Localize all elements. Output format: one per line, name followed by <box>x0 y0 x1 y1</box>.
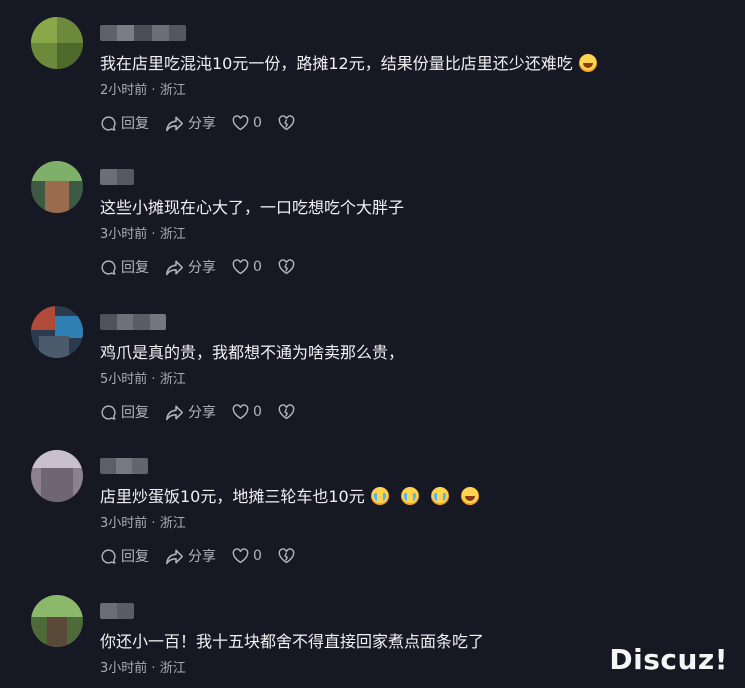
comment-meta: 2小时前 · 浙江 <box>100 79 186 98</box>
comment-text: 这些小摊现在心大了，一口吃想吃个大胖子 <box>100 197 404 219</box>
comment-body: 这些小摊现在心大了，一口吃想吃个大胖子 <box>100 198 405 217</box>
dislike-button[interactable] <box>278 548 299 564</box>
avatar[interactable] <box>31 450 83 502</box>
like-button[interactable]: 0 <box>232 259 262 275</box>
broken-heart-icon <box>278 404 295 420</box>
username-blurred[interactable] <box>100 169 134 185</box>
heart-icon <box>232 259 249 275</box>
comment-meta: 3小时前 · 浙江 <box>100 657 186 676</box>
reply-button[interactable]: 回复 <box>100 546 149 566</box>
comment-meta: 3小时前 · 浙江 <box>100 512 186 531</box>
share-label: 分享 <box>188 405 216 421</box>
username-blurred[interactable] <box>100 458 148 474</box>
share-button[interactable]: 分享 <box>165 546 216 566</box>
comment-meta: 5小时前 · 浙江 <box>100 368 186 387</box>
comment-bubble-icon <box>101 259 116 275</box>
like-count: 0 <box>253 259 262 275</box>
heart-icon <box>232 115 249 131</box>
comment-location: 浙江 <box>159 227 186 242</box>
like-count: 0 <box>253 548 262 564</box>
username-blurred[interactable] <box>100 25 186 41</box>
comment-time: 3小时前 <box>100 661 148 676</box>
comment-bubble-icon <box>101 404 116 420</box>
share-label: 分享 <box>188 549 216 565</box>
watermark: Discuz! <box>609 643 728 676</box>
like-button[interactable]: 0 <box>232 115 262 131</box>
share-arrow-icon <box>165 405 183 420</box>
avatar[interactable] <box>31 595 83 647</box>
reply-button[interactable]: 回复 <box>100 257 149 277</box>
avatar[interactable] <box>31 306 83 358</box>
reply-label: 回复 <box>121 260 149 276</box>
comment-item: 这些小摊现在心大了，一口吃想吃个大胖子 3小时前 · 浙江 回复 分享 0 <box>0 161 745 306</box>
like-button[interactable]: 0 <box>232 404 262 420</box>
dislike-button[interactable] <box>278 259 299 275</box>
share-arrow-icon <box>165 260 183 275</box>
comment-meta: 3小时前 · 浙江 <box>100 223 186 242</box>
share-button[interactable]: 分享 <box>165 113 216 133</box>
comment-location: 浙江 <box>159 516 186 531</box>
dislike-button[interactable] <box>278 404 299 420</box>
comment-body: 我在店里吃混沌10元一份，路摊12元，结果份量比店里还少还难吃 <box>100 54 573 73</box>
reply-button[interactable]: 回复 <box>100 402 149 422</box>
reply-label: 回复 <box>121 549 149 565</box>
reply-label: 回复 <box>121 116 149 132</box>
share-button[interactable]: 分享 <box>165 402 216 422</box>
comment-actions: 回复 分享 0 <box>100 257 315 277</box>
broken-heart-icon <box>278 548 295 564</box>
comment-text: 你还小一百！我十五块都舍不得直接回家煮点面条吃了 <box>100 631 484 653</box>
comment-item: 店里炒蛋饭10元，地摊三轮车也10元 3小时前 · 浙江 回复 分享 0 <box>0 450 745 595</box>
crying-emoji <box>400 487 419 505</box>
comment-location: 浙江 <box>159 372 186 387</box>
meta-separator: · <box>151 516 156 531</box>
share-label: 分享 <box>188 260 216 276</box>
comment-item: 鸡爪是真的贵，我都想不通为啥卖那么贵， 5小时前 · 浙江 回复 分享 0 <box>0 306 745 451</box>
comment-bubble-icon <box>101 548 116 564</box>
comment-location: 浙江 <box>159 661 186 676</box>
heart-icon <box>232 404 249 420</box>
crying-emoji <box>370 487 389 505</box>
laugh-cry-emoji <box>578 54 597 72</box>
comment-time: 2小时前 <box>100 83 148 98</box>
crying-emoji <box>430 487 449 505</box>
meta-separator: · <box>151 83 156 98</box>
like-count: 0 <box>253 404 262 420</box>
meta-separator: · <box>151 227 156 242</box>
comment-text: 店里炒蛋饭10元，地摊三轮车也10元 <box>100 486 479 508</box>
comment-time: 3小时前 <box>100 227 148 242</box>
meta-separator: · <box>151 661 156 676</box>
share-arrow-icon <box>165 549 183 564</box>
comment-text: 我在店里吃混沌10元一份，路摊12元，结果份量比店里还少还难吃 <box>100 53 597 75</box>
comment-text: 鸡爪是真的贵，我都想不通为啥卖那么贵， <box>100 342 404 364</box>
comment-body: 店里炒蛋饭10元，地摊三轮车也10元 <box>100 487 365 506</box>
like-button[interactable]: 0 <box>232 548 262 564</box>
like-count: 0 <box>253 115 262 131</box>
comment-actions: 回复 分享 0 <box>100 546 315 566</box>
comment-actions: 回复 分享 0 <box>100 113 315 133</box>
share-arrow-icon <box>165 116 183 131</box>
comment-time: 5小时前 <box>100 372 148 387</box>
comment-actions: 回复 分享 0 <box>100 402 315 422</box>
comment-time: 3小时前 <box>100 516 148 531</box>
share-label: 分享 <box>188 116 216 132</box>
comment-location: 浙江 <box>159 83 186 98</box>
username-blurred[interactable] <box>100 603 134 619</box>
broken-heart-icon <box>278 259 295 275</box>
comment-item: 我在店里吃混沌10元一份，路摊12元，结果份量比店里还少还难吃 2小时前 · 浙… <box>0 17 745 162</box>
avatar[interactable] <box>31 17 83 69</box>
comment-bubble-icon <box>101 115 116 131</box>
share-button[interactable]: 分享 <box>165 257 216 277</box>
meta-separator: · <box>151 372 156 387</box>
laugh-cry-emoji <box>460 487 479 505</box>
broken-heart-icon <box>278 115 295 131</box>
reply-button[interactable]: 回复 <box>100 113 149 133</box>
comment-body: 鸡爪是真的贵，我都想不通为啥卖那么贵， <box>100 343 405 362</box>
reply-label: 回复 <box>121 405 149 421</box>
avatar[interactable] <box>31 161 83 213</box>
dislike-button[interactable] <box>278 115 299 131</box>
heart-icon <box>232 548 249 564</box>
username-blurred[interactable] <box>100 314 166 330</box>
comment-body: 你还小一百！我十五块都舍不得直接回家煮点面条吃了 <box>100 632 485 651</box>
